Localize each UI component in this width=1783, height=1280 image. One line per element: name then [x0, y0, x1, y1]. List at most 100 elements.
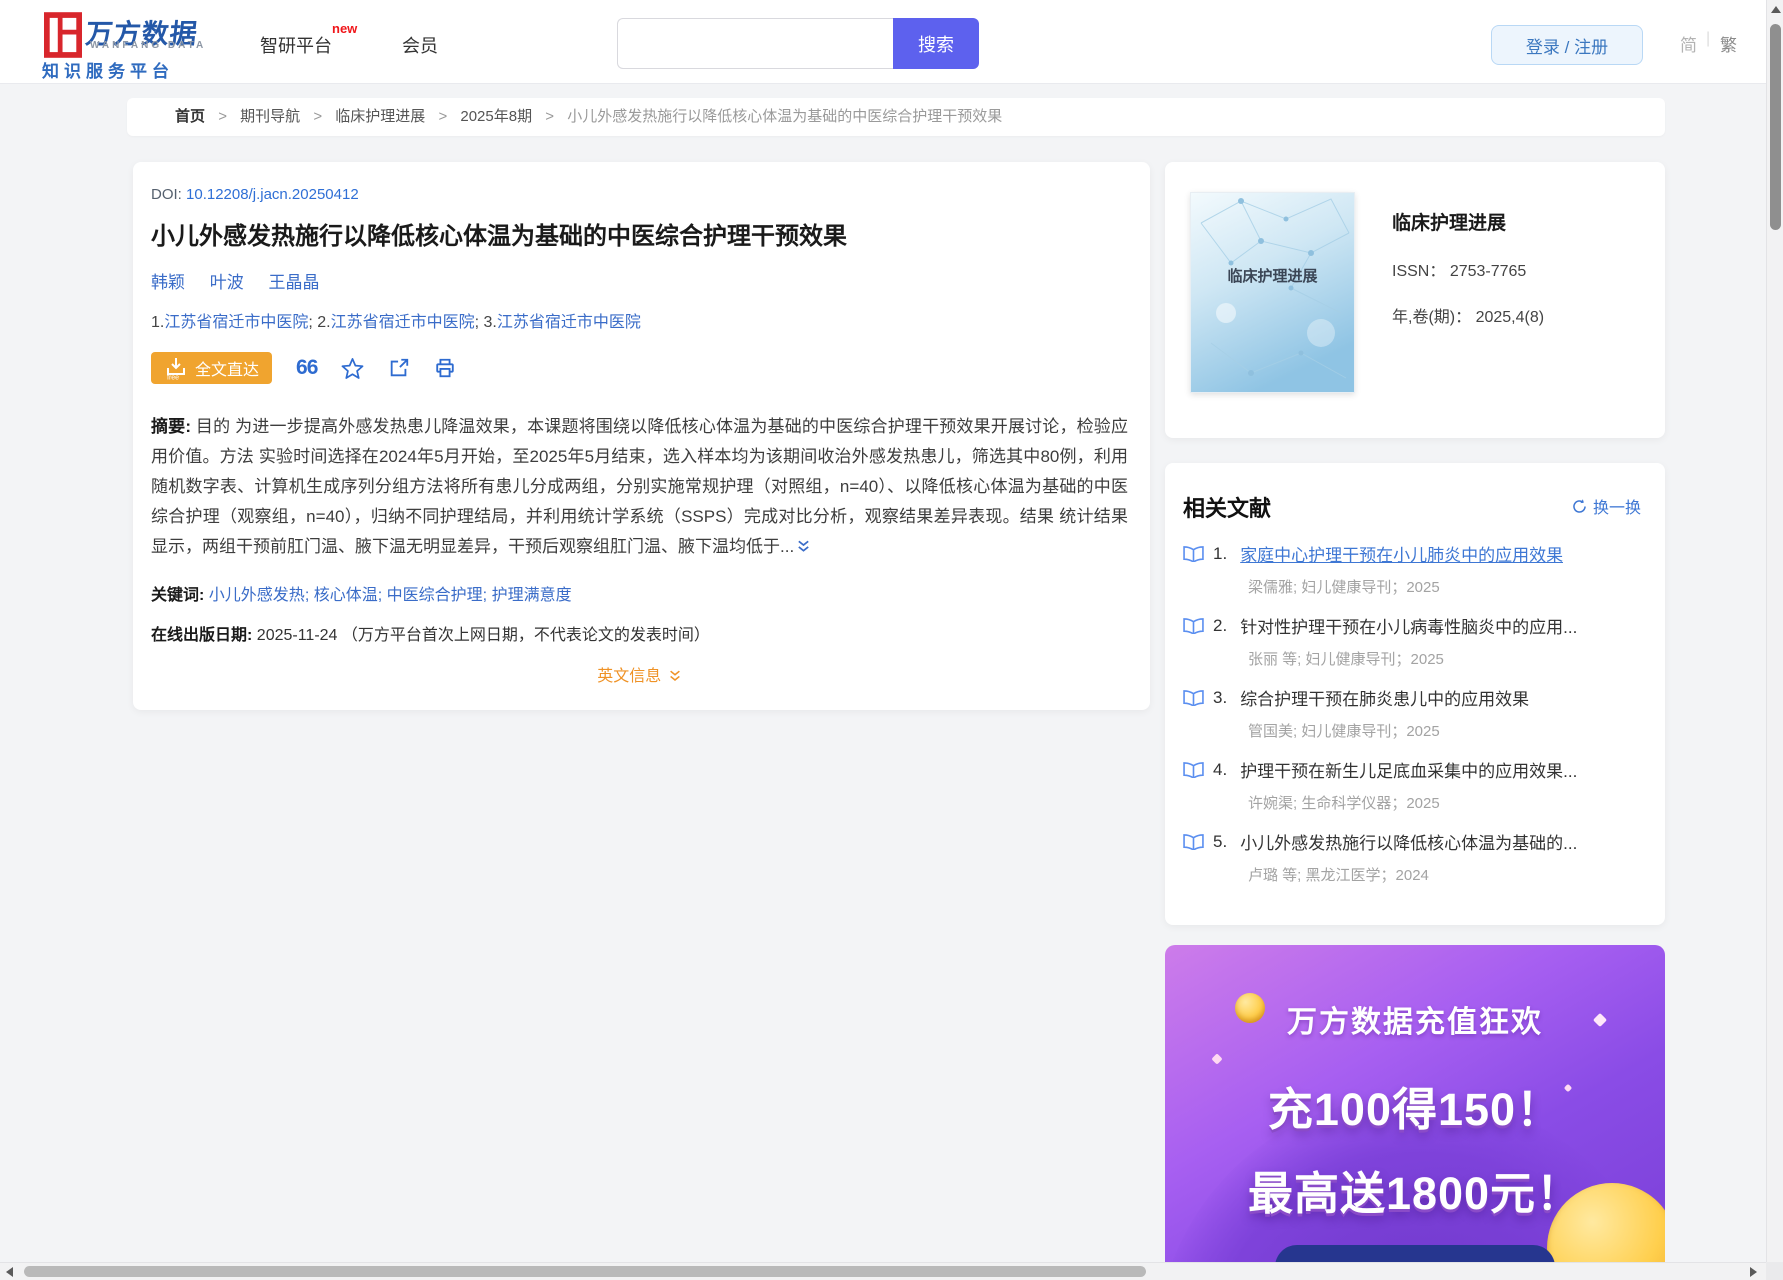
horizontal-scrollbar-thumb[interactable]	[24, 1266, 1146, 1277]
abstract-label: 摘要:	[151, 417, 192, 436]
related-item-title[interactable]: 小儿外感发热施行以降低核心体温为基础的...	[1240, 829, 1577, 854]
issn-value: 2753-7765	[1449, 263, 1527, 280]
fulltext-button[interactable]: free 全文直达	[151, 352, 273, 384]
author-link[interactable]: 韩颖	[151, 273, 185, 292]
keyword-link[interactable]: 小儿外感发热	[209, 587, 305, 604]
horizontal-scrollbar[interactable]	[0, 1262, 1783, 1280]
related-item-title[interactable]: 综合护理干预在肺炎患儿中的应用效果	[1240, 685, 1529, 710]
journal-cover[interactable]: 临床护理进展	[1190, 192, 1355, 393]
chevron-double-down-icon	[668, 670, 682, 687]
affiliation-separator: ;	[474, 314, 484, 331]
related-item-meta: 许婉渠; 生命科学仪器；2025	[1248, 795, 1440, 812]
related-item-number: 3.	[1213, 687, 1228, 707]
journal-volume-row: 年,卷(期)： 2025,4(8)	[1392, 303, 1544, 327]
english-info-label: 英文信息	[597, 668, 662, 685]
breadcrumb-separator: >	[438, 108, 448, 125]
affiliation-number: 3.	[483, 314, 497, 331]
abstract-block: 摘要: 目的 为进一步提高外感发热患儿降温效果，本课题将围绕以降低核心体温为基础…	[151, 412, 1128, 564]
journal-card: 临床护理进展 临床护理进展 ISSN： 2753-7765 年,卷(期)： 20…	[1165, 162, 1665, 438]
related-articles-card: 相关文献 换一换 1. 家庭中心护理干预在小儿肺炎中的应用效果 梁儒雅; 妇儿健…	[1165, 463, 1665, 925]
related-item: 5. 小儿外感发热施行以降低核心体温为基础的... 卢璐 等; 黑龙江医学；20…	[1183, 829, 1643, 885]
pubdate-value: 2025-11-24	[256, 627, 338, 644]
sparkle-decoration	[1211, 1053, 1223, 1065]
breadcrumb-item-issue[interactable]: 2025年8期	[460, 108, 532, 125]
vertical-scrollbar[interactable]	[1766, 0, 1783, 1262]
journal-info: 临床护理进展 ISSN： 2753-7765 年,卷(期)： 2025,4(8)	[1392, 208, 1544, 327]
pubdate-label: 在线出版日期:	[151, 627, 253, 644]
scroll-right-arrow[interactable]	[1750, 1267, 1757, 1277]
pubdate-row: 在线出版日期: 2025-11-24 （万方平台首次上网日期，不代表论文的发表时…	[151, 621, 1128, 645]
login-register-button[interactable]: 登录 / 注册	[1491, 25, 1643, 65]
breadcrumb-item-journal-nav[interactable]: 期刊导航	[240, 108, 300, 125]
keyword-separator: ;	[482, 587, 488, 604]
volume-label: 年,卷(期)：	[1392, 309, 1472, 326]
keyword-link[interactable]: 核心体温	[314, 587, 378, 604]
lang-divider: |	[1706, 30, 1711, 47]
english-info-button[interactable]: 英文信息	[151, 662, 1128, 688]
banner-line2: 最高送1800元！	[1247, 1168, 1583, 1219]
cite-icon[interactable]: 66	[296, 356, 318, 380]
nav-item-platform[interactable]: 智研平台	[260, 32, 332, 58]
refresh-button[interactable]: 换一换	[1571, 494, 1641, 518]
share-icon[interactable]	[388, 357, 410, 379]
breadcrumb-separator: >	[313, 108, 323, 125]
affiliation-link[interactable]: 江苏省宿迁市中医院	[164, 314, 308, 331]
keyword-link[interactable]: 中医综合护理	[387, 587, 483, 604]
search-bar: 搜索	[617, 18, 979, 69]
related-item-title[interactable]: 家庭中心护理干预在小儿肺炎中的应用效果	[1240, 541, 1563, 566]
related-item-number: 1.	[1213, 543, 1228, 563]
brand-tagline: 知识服务平台	[42, 62, 174, 81]
breadcrumb-item-journal[interactable]: 临床护理进展	[335, 108, 425, 125]
abstract-text: 目的 为进一步提高外感发热患儿降温效果，本课题将围绕以降低核心体温为基础的中医综…	[151, 417, 1128, 556]
affiliation-link[interactable]: 江苏省宿迁市中医院	[497, 314, 641, 331]
keyword-separator: ;	[304, 587, 310, 604]
scroll-up-arrow[interactable]	[1771, 6, 1781, 13]
breadcrumb: 首页 > 期刊导航 > 临床护理进展 > 2025年8期 > 小儿外感发热施行以…	[127, 98, 1665, 136]
journal-name[interactable]: 临床护理进展	[1392, 208, 1544, 235]
journal-cover-label: 临床护理进展	[1227, 268, 1318, 285]
breadcrumb-separator: >	[545, 108, 555, 125]
breadcrumb-current: 小儿外感发热施行以降低核心体温为基础的中医综合护理干预效果	[567, 108, 1003, 125]
pubdate-note: （万方平台首次上网日期，不代表论文的发表时间）	[341, 627, 710, 644]
star-icon[interactable]	[341, 357, 364, 379]
print-icon[interactable]	[434, 357, 456, 379]
nav-item-member[interactable]: 会员	[402, 32, 438, 58]
related-item-meta: 张丽 等; 妇儿健康导刊；2025	[1248, 651, 1444, 668]
author-list: 韩颖 叶波 王晶晶	[151, 268, 1128, 293]
vertical-scrollbar-thumb[interactable]	[1770, 24, 1781, 230]
brand-name-en: WANFANG DATA	[90, 40, 207, 51]
book-icon	[1183, 546, 1204, 562]
breadcrumb-home[interactable]: 首页	[175, 108, 205, 125]
svg-text:free: free	[167, 375, 179, 381]
promo-banner[interactable]: 万方数据充值狂欢 充100得150！ 最高送1800元！	[1165, 945, 1665, 1262]
related-item: 2. 针对性护理干预在小儿病毒性脑炎中的应用... 张丽 等; 妇儿健康导刊；2…	[1183, 613, 1643, 669]
author-link[interactable]: 叶波	[210, 273, 244, 292]
related-title: 相关文献	[1183, 496, 1272, 521]
affiliation-number: 1.	[151, 314, 165, 331]
doi-link[interactable]: 10.12208/j.jacn.20250412	[186, 186, 359, 203]
search-input[interactable]	[617, 18, 893, 69]
book-icon	[1183, 618, 1204, 634]
journal-issn-row: ISSN： 2753-7765	[1392, 257, 1544, 281]
expand-abstract-icon[interactable]	[796, 539, 811, 558]
lang-traditional-toggle[interactable]: 繁	[1720, 31, 1737, 56]
related-item-title[interactable]: 护理干预在新生儿足底血采集中的应用效果...	[1240, 757, 1577, 782]
affiliation-number: 2.	[317, 314, 331, 331]
lang-simplified-toggle[interactable]: 简	[1680, 31, 1697, 56]
article-toolbar: free 全文直达 66	[151, 352, 1128, 384]
scroll-left-arrow[interactable]	[6, 1267, 13, 1277]
book-icon	[1183, 834, 1204, 850]
keyword-link[interactable]: 护理满意度	[492, 587, 572, 604]
related-item-title[interactable]: 针对性护理干预在小儿病毒性脑炎中的应用...	[1240, 613, 1577, 638]
book-icon	[1183, 690, 1204, 706]
article-card: DOI: 10.12208/j.jacn.20250412 小儿外感发热施行以降…	[133, 162, 1150, 710]
affiliation-list: 1.江苏省宿迁市中医院; 2.江苏省宿迁市中医院; 3.江苏省宿迁市中医院	[151, 308, 1128, 332]
doi-label: DOI:	[151, 186, 182, 203]
wanfang-logo-icon[interactable]	[44, 12, 82, 58]
issn-label: ISSN：	[1392, 263, 1446, 280]
search-button[interactable]: 搜索	[893, 18, 979, 69]
affiliation-link[interactable]: 江苏省宿迁市中医院	[331, 314, 475, 331]
banner-cta-button[interactable]	[1275, 1245, 1555, 1262]
keywords-label: 关键词:	[151, 587, 205, 604]
author-link[interactable]: 王晶晶	[268, 273, 319, 292]
